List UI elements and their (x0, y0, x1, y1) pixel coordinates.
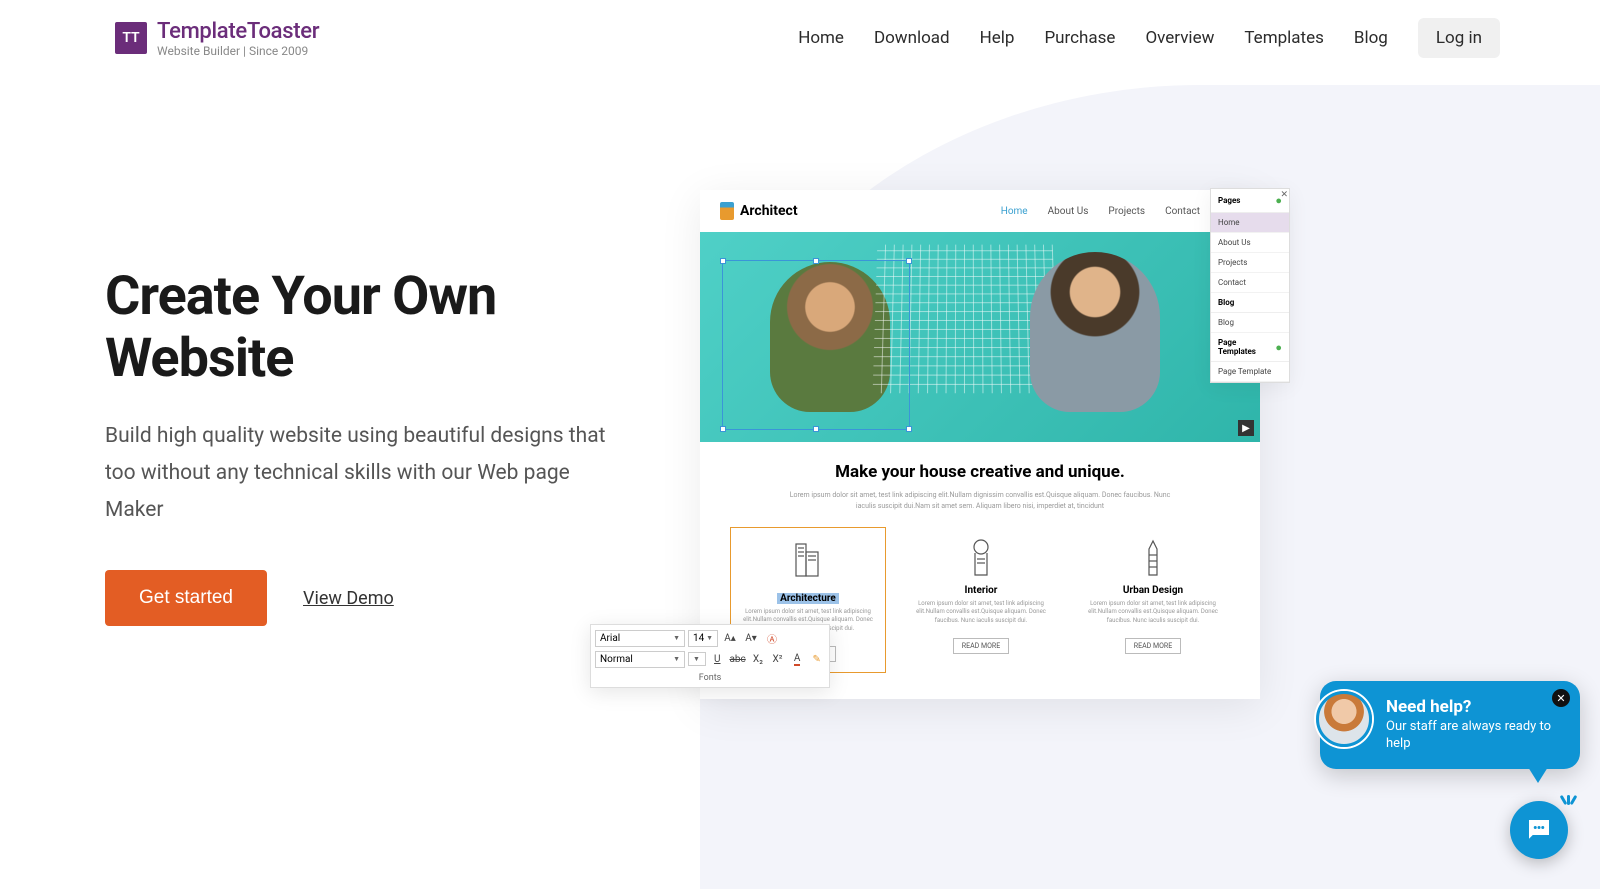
read-more-button[interactable]: READ MORE (1125, 638, 1181, 654)
color-select[interactable]: ▼ (688, 652, 706, 666)
nav-help[interactable]: Help (980, 28, 1015, 48)
logo-icon: TT (115, 22, 147, 54)
superscript-icon[interactable]: X² (769, 650, 786, 668)
chat-fab-button[interactable] (1510, 801, 1568, 859)
close-icon[interactable]: ✕ (1552, 689, 1570, 707)
get-started-button[interactable]: Get started (105, 570, 267, 626)
nav-overview[interactable]: Overview (1145, 28, 1214, 48)
clear-formatting-icon[interactable]: Ⓐ (763, 629, 781, 647)
view-demo-link[interactable]: View Demo (303, 588, 394, 609)
font-size-select[interactable]: 14▼ (688, 630, 718, 647)
header: TT TemplateToaster Website Builder | Sin… (0, 0, 1600, 76)
hero-description: Build high quality website using beautif… (105, 418, 625, 528)
subscript-icon[interactable]: X₂ (750, 650, 767, 668)
chat-icon (1524, 815, 1554, 845)
hero-title: Create Your Own Website (105, 266, 625, 390)
nav-home[interactable]: Home (798, 28, 844, 48)
fonts-toolbar: Arial▼ 14▼ A▴ A▾ Ⓐ Normal▼ ▼ U abc X₂ X²… (590, 624, 830, 688)
nav-purchase[interactable]: Purchase (1044, 28, 1115, 48)
nav-templates[interactable]: Templates (1244, 28, 1324, 48)
highlight-icon[interactable]: ✎ (808, 650, 825, 668)
chat-text: Our staff are always ready to help (1386, 719, 1558, 753)
support-avatar (1316, 691, 1372, 747)
nav-download[interactable]: Download (874, 28, 950, 48)
decrease-font-icon[interactable]: A▾ (742, 629, 760, 647)
underline-icon[interactable]: U (709, 650, 726, 668)
hero: Create Your Own Website Build high quali… (0, 76, 1600, 626)
chat-title: Need help? (1386, 697, 1558, 717)
font-color-icon[interactable]: A (789, 650, 806, 668)
help-chat-bubble[interactable]: ✕ Need help? Our staff are always ready … (1320, 681, 1580, 769)
font-style-select[interactable]: Normal▼ (595, 651, 685, 668)
login-button[interactable]: Log in (1418, 18, 1500, 58)
increase-font-icon[interactable]: A▴ (721, 629, 739, 647)
main-nav: Home Download Help Purchase Overview Tem… (798, 18, 1500, 58)
font-family-select[interactable]: Arial▼ (595, 630, 685, 647)
brand-tagline: Website Builder | Since 2009 (157, 44, 319, 58)
logo[interactable]: TT TemplateToaster Website Builder | Sin… (115, 19, 319, 58)
toolbar-label: Fonts (595, 671, 825, 683)
brand-name: TemplateToaster (157, 19, 319, 44)
strikethrough-icon[interactable]: abc (729, 650, 747, 668)
read-more-button[interactable]: READ MORE (953, 638, 1009, 654)
nav-blog[interactable]: Blog (1354, 28, 1388, 48)
